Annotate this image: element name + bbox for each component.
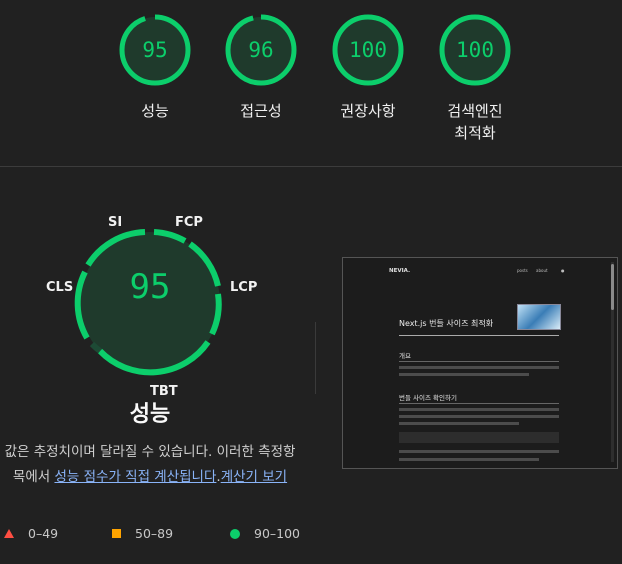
gauge-score: 96 <box>248 38 274 62</box>
gauge-accessibility[interactable]: 96 접근성 <box>221 12 301 122</box>
vertical-divider <box>315 322 316 394</box>
pass-circle-icon <box>230 528 240 539</box>
metric-label-cls: CLS <box>46 280 74 295</box>
screenshot-theme-dot-icon: ● <box>561 268 565 273</box>
screenshot-hero-image <box>517 304 561 330</box>
screenshot-brand: NEVIA. <box>389 268 411 274</box>
average-square-icon <box>112 529 121 538</box>
screenshot-rule <box>399 361 559 362</box>
gauge-label: 접근성 <box>240 102 282 120</box>
calculator-link[interactable]: 계산기 보기 <box>221 469 287 485</box>
screenshot-nav-about: about <box>536 268 548 273</box>
screenshot-text-line <box>399 415 559 418</box>
screenshot-text-line <box>399 450 559 453</box>
screenshot-nav-posts: posts <box>517 268 528 273</box>
performance-description: 값은 추정치이며 달라질 수 있습니다. 이러한 측정항목에서 성능 점수가 직… <box>0 440 300 490</box>
gauge-performance[interactable]: 95 성능 <box>115 12 195 122</box>
screenshot-rule <box>399 403 559 404</box>
gauge-seo[interactable]: 100 검색엔진 최적화 <box>435 12 515 144</box>
category-summary: 95 성능 96 접근성 100 권장사항 100 검색엔진 최적화 <box>0 0 622 165</box>
gauge-score: 100 <box>349 38 387 62</box>
section-divider <box>0 166 622 167</box>
screenshot-scrollbar-thumb[interactable] <box>611 264 614 310</box>
gauge-best-practices[interactable]: 100 권장사항 <box>328 12 408 122</box>
legend-fail-range: 0–49 <box>28 526 59 541</box>
gauge-label: 성능 <box>141 102 169 120</box>
screenshot-text-line <box>399 373 529 376</box>
gauge-label: 권장사항 <box>340 102 396 120</box>
screenshot-text-line <box>399 366 559 369</box>
metric-label-si: SI <box>108 215 123 230</box>
gauge-label: 검색엔진 최적화 <box>447 102 503 142</box>
screenshot-section-2: 번들 사이즈 확인하기 <box>399 394 457 402</box>
screenshot-code-block <box>399 432 559 443</box>
fail-triangle-icon <box>4 529 14 538</box>
performance-title: 성능 <box>129 402 171 427</box>
screenshot-title: Next.js 번들 사이즈 최적화 <box>399 319 494 328</box>
screenshot-text-line <box>399 408 559 411</box>
legend-pass: 90–100 <box>230 526 300 541</box>
legend-fail: 0–49 <box>4 526 58 541</box>
screenshot-text-line <box>399 422 519 425</box>
gauge-score: 95 <box>142 38 168 62</box>
screenshot-text-line <box>399 458 539 461</box>
screenshot-section-1: 개요 <box>399 352 411 360</box>
score-calculation-link[interactable]: 성능 점수가 직접 계산됩니다 <box>54 469 216 485</box>
metric-label-lcp: LCP <box>230 280 258 295</box>
metric-label-fcp: FCP <box>175 215 203 230</box>
legend-pass-range: 90–100 <box>254 526 301 541</box>
screenshot-title-underline <box>399 335 559 336</box>
gauge-score: 100 <box>456 38 494 62</box>
page-screenshot-thumbnail[interactable]: NEVIA. posts about ● Next.js 번들 사이즈 최적화 … <box>342 257 618 469</box>
legend-average: 50–89 <box>112 526 173 541</box>
legend-average-range: 50–89 <box>135 526 174 541</box>
performance-score: 95 <box>129 267 171 307</box>
